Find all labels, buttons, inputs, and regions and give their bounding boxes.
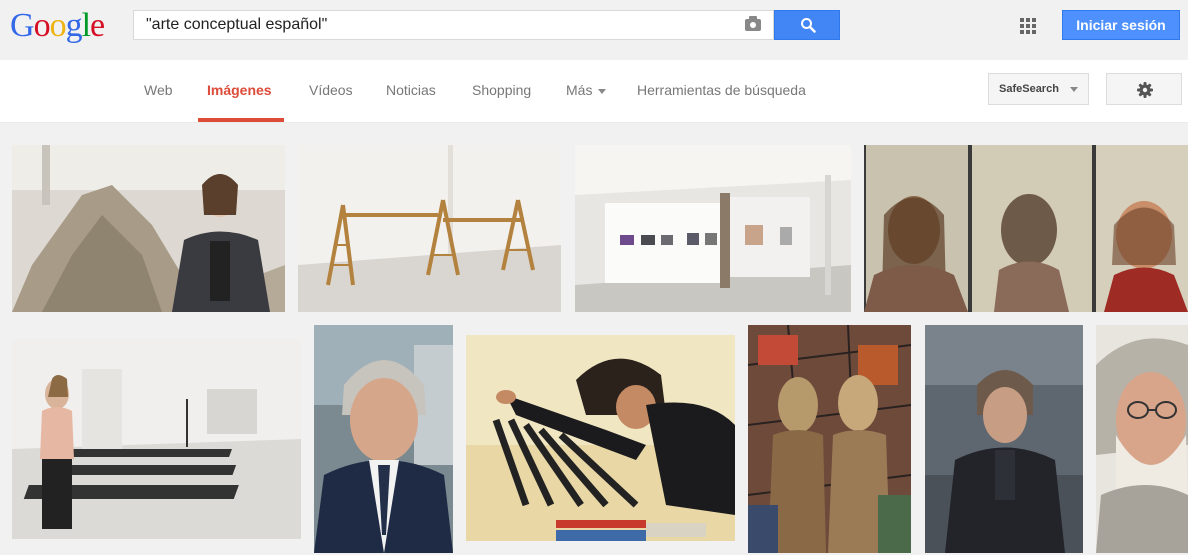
logo-letter: o xyxy=(49,7,67,44)
image-result-ladders-installation[interactable] xyxy=(298,145,561,312)
safesearch-label: SafeSearch xyxy=(999,83,1059,95)
logo-letter: l xyxy=(81,7,92,44)
tab-more-label: Más xyxy=(566,82,593,98)
logo-letter: e xyxy=(90,7,105,44)
chevron-down-icon xyxy=(1070,87,1078,92)
safesearch-dropdown[interactable]: SafeSearch xyxy=(988,73,1089,105)
google-logo[interactable]: Google xyxy=(10,6,105,46)
image-result-man-with-tie[interactable] xyxy=(314,325,453,553)
logo-letter: G xyxy=(10,7,35,44)
tab-videos[interactable]: Vídeos xyxy=(309,82,353,98)
apps-grid-icon[interactable] xyxy=(1020,18,1036,34)
logo-letter: g xyxy=(65,7,83,44)
image-result-painted-portrait-glasses[interactable] xyxy=(1096,325,1188,553)
search-icon xyxy=(801,18,816,33)
image-result-woman-in-gallery-inadequate[interactable] xyxy=(12,339,301,539)
signin-button[interactable]: Iniciar sesión xyxy=(1062,10,1180,40)
camera-icon[interactable] xyxy=(745,16,761,31)
search-query[interactable]: "arte conceptual español" xyxy=(146,16,327,34)
image-result-artist-arranging-strips[interactable] xyxy=(466,335,735,541)
top-bar: Google "arte conceptual español" Iniciar… xyxy=(0,0,1188,60)
image-result-ecce-homo-fresco[interactable] xyxy=(864,145,1188,312)
image-result-abstract-figures-painting[interactable] xyxy=(748,325,911,553)
settings-button[interactable] xyxy=(1106,73,1182,105)
tab-more[interactable]: Más xyxy=(566,82,607,98)
chevron-down-icon xyxy=(598,88,607,94)
image-result-woman-with-rock-pile[interactable] xyxy=(12,145,285,312)
logo-letter: o xyxy=(33,7,51,44)
active-tab-indicator xyxy=(198,118,284,122)
tab-news[interactable]: Noticias xyxy=(386,82,436,98)
image-result-man-in-black-shirt[interactable] xyxy=(925,325,1083,553)
image-results xyxy=(0,123,1188,555)
tab-images[interactable]: Imágenes xyxy=(207,82,272,98)
gear-icon xyxy=(1137,82,1153,98)
image-result-gallery-exhibition[interactable] xyxy=(575,145,851,312)
tab-web[interactable]: Web xyxy=(144,82,173,98)
search-tools[interactable]: Herramientas de búsqueda xyxy=(637,82,806,98)
tab-shopping[interactable]: Shopping xyxy=(472,82,531,98)
search-input[interactable]: "arte conceptual español" xyxy=(133,10,774,40)
search-button[interactable] xyxy=(774,10,840,40)
